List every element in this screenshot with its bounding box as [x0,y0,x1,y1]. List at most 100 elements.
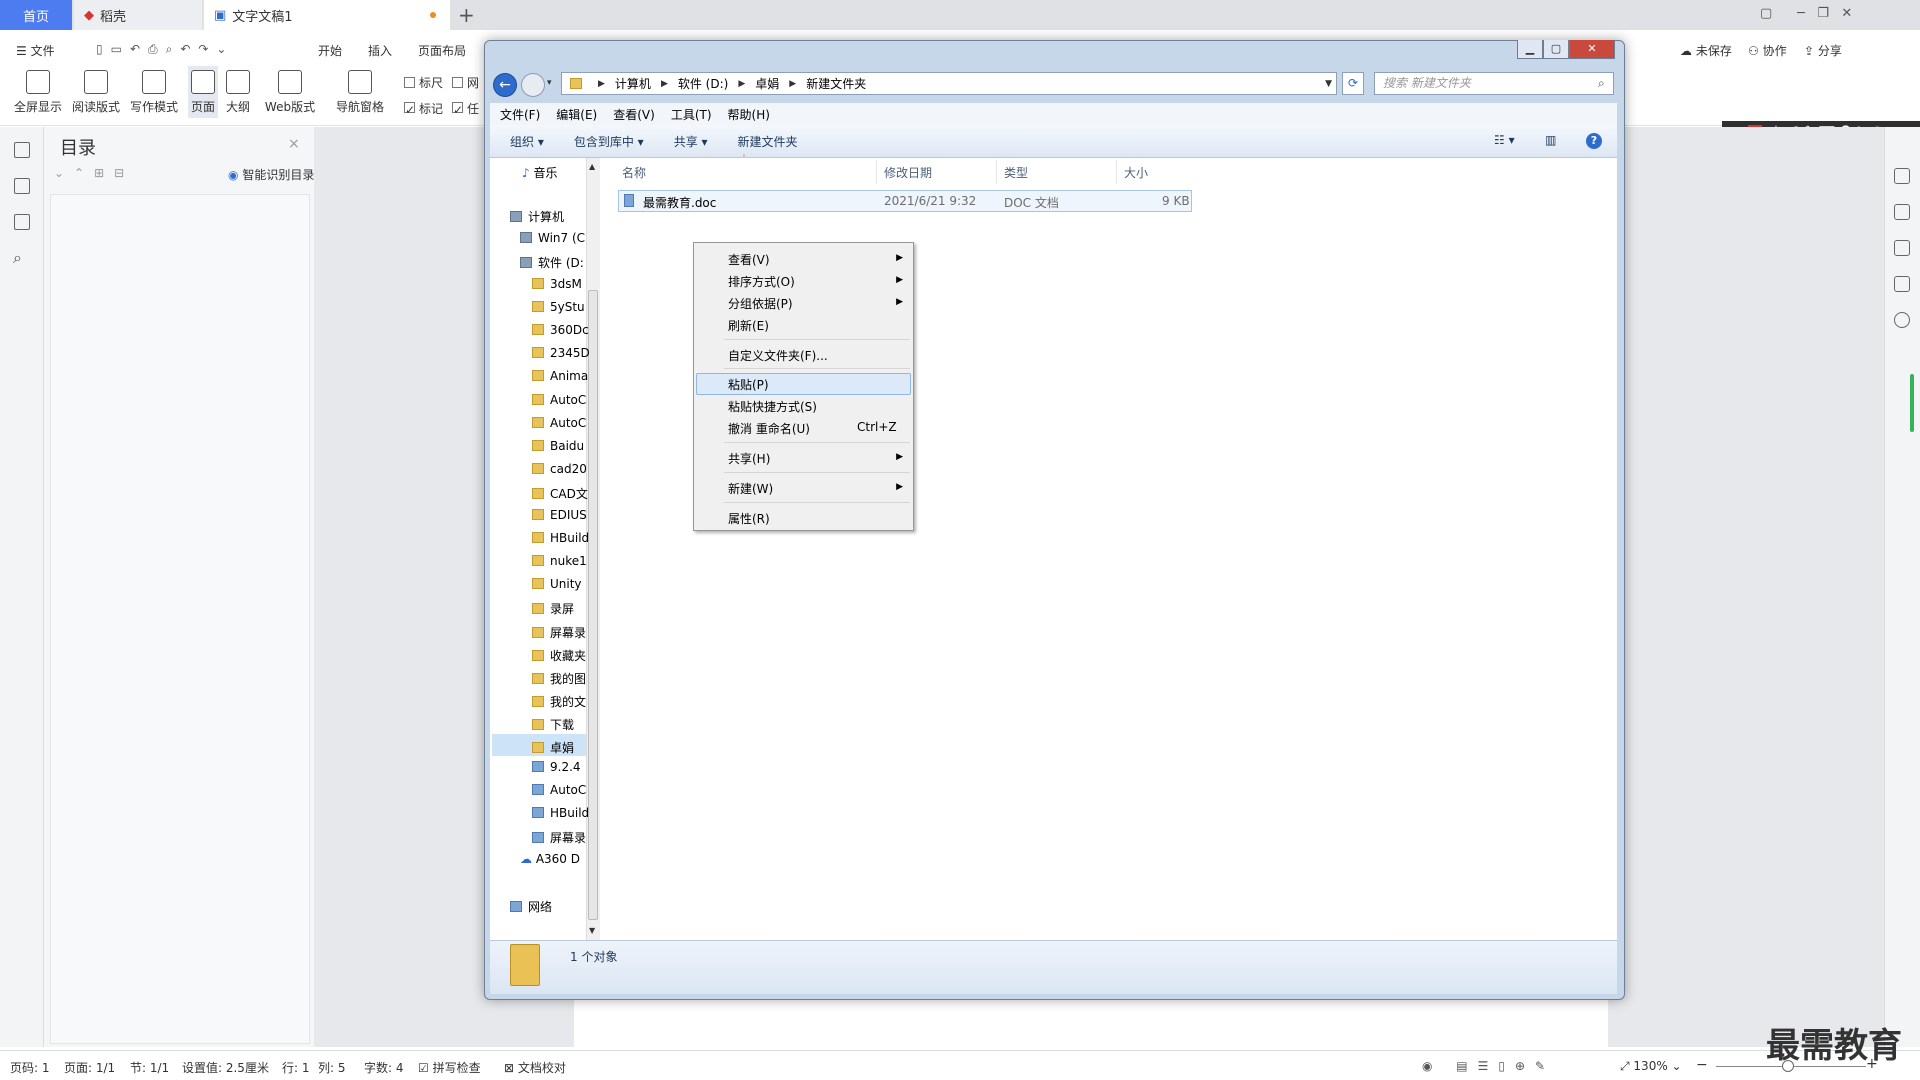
organize-button[interactable]: 组织 ▾ [510,133,544,150]
tree-item-a360[interactable]: ☁ A360 D [520,852,580,866]
tree-item-folder[interactable]: CAD文 [532,485,588,502]
breadcrumb-computer[interactable]: 计算机 [615,75,651,92]
tree-item-soft[interactable]: 软件 (D: [520,254,584,271]
col-date[interactable]: 修改日期 [884,164,932,181]
nav-tools-icon[interactable]: ⌄⌃⊞⊟ [54,166,134,180]
ctx-undo[interactable]: 撤消 重命名(U) [728,420,810,437]
tree-item-folder[interactable]: 5yStu [532,300,585,314]
tree-item-folder[interactable]: 卓娟 [532,739,574,756]
tree-item-archive[interactable]: 9.2.4 [532,760,581,774]
tree-item-archive[interactable]: 屏幕录 [532,829,586,846]
address-dropdown-icon[interactable]: ▼ [1325,79,1332,89]
status-words[interactable]: 字数: 4 [364,1059,404,1076]
zoom-level[interactable]: ⤢ 130% ⌄ [1620,1059,1682,1074]
tree-item-folder[interactable]: cad20 [532,462,587,476]
menu-file-ex[interactable]: 文件(F) [500,106,540,123]
new-folder-button[interactable]: 新建文件夹 [738,133,798,150]
close-button[interactable]: ✕ [1569,40,1615,59]
tree-item-folder[interactable]: 我的图 [532,670,586,687]
menu-start[interactable]: 开始 [318,42,342,59]
read-mode-button[interactable]: 阅读版式 [68,70,124,115]
zoom-out-icon[interactable]: − [1696,1057,1708,1073]
web-view-button[interactable]: Web版式 [258,70,322,115]
scroll-up-icon[interactable]: ▲ [589,162,595,171]
tree-item-music[interactable]: ♪ 音乐 [522,164,558,181]
view-mode-icons[interactable]: ◉ ▤☰▯⊕✎ [1422,1059,1555,1073]
tree-item-computer[interactable]: 计算机 [510,208,564,225]
tab-home[interactable]: 首页 [0,0,72,30]
status-pages[interactable]: 页面: 1/1 [64,1059,115,1076]
refresh-icon[interactable]: ⟳ [1342,72,1364,95]
history-dropdown-icon[interactable]: ▾ [547,78,552,88]
edit-icon[interactable] [1894,204,1910,220]
nav-pane-button[interactable]: 导航窗格 [328,70,392,115]
menu-help-ex[interactable]: 帮助(H) [728,106,770,123]
include-library-button[interactable]: 包含到库中 ▾ [574,133,644,150]
help-icon[interactable]: ? [1586,133,1602,149]
tree-item-folder[interactable]: 下载 [532,716,574,733]
ctx-view[interactable]: 查看(V) [728,251,770,268]
tree-item-folder[interactable]: AutoC [532,393,586,407]
ctx-paste-shortcut[interactable]: 粘贴快捷方式(S) [728,398,817,415]
ruler-checkbox[interactable]: 标尺 [404,74,443,91]
rocket-icon[interactable] [1894,168,1910,184]
folder-icon[interactable] [14,178,30,194]
breadcrumb-drive[interactable]: 软件 (D:) [678,75,728,92]
tree-item-folder[interactable]: Unity [532,577,582,591]
tree-item-folder[interactable]: 收藏夹 [532,647,586,664]
tree-item-folder[interactable]: 3dsM [532,277,582,291]
col-type[interactable]: 类型 [1004,164,1028,181]
proofread-button[interactable]: ⊠ 文档校对 [504,1059,566,1076]
cursor-icon[interactable] [1894,240,1910,256]
col-size[interactable]: 大小 [1124,164,1148,181]
toc-icon[interactable] [14,142,30,158]
forward-button[interactable] [521,73,545,97]
menu-tools-ex[interactable]: 工具(T) [671,106,712,123]
grid-checkbox[interactable]: 网 [452,74,479,91]
new-tab-button[interactable]: + [458,3,475,27]
minimize-button[interactable]: ▁ [1517,40,1543,59]
menu-edit-ex[interactable]: 编辑(E) [556,106,597,123]
tree-item-folder[interactable]: HBuild [532,531,589,545]
tree-item-folder[interactable]: Baidu [532,439,584,453]
menu-layout[interactable]: 页面布局 [418,42,466,59]
bookmark-icon[interactable] [14,214,30,230]
menu-file[interactable]: ☰ 文件 [16,42,55,59]
ctx-sort[interactable]: 排序方式(O) [728,273,795,290]
ctx-group[interactable]: 分组依据(P) [728,295,793,312]
scroll-indicator[interactable] [1910,374,1914,432]
maximize-button[interactable]: ▢ [1543,40,1569,59]
ctx-share[interactable]: 共享(H) [728,450,770,467]
tab-document[interactable]: ▣ 文字文稿1 [204,0,450,30]
tree-item-archive[interactable]: HBuild [532,806,589,820]
col-divider[interactable] [996,160,997,184]
col-divider[interactable] [1116,160,1117,184]
search-icon[interactable]: ⌕ [13,248,22,268]
menu-insert[interactable]: 插入 [368,42,392,59]
tab-daoke[interactable]: ◆ 稻壳 [74,0,202,30]
ctx-refresh[interactable]: 刷新(E) [728,317,769,334]
menu-view-ex[interactable]: 查看(V) [613,106,655,123]
mark-checkbox[interactable]: ✓ 标记 [404,100,443,117]
ctx-new[interactable]: 新建(W) [728,480,773,497]
view-options-icon[interactable]: ☷ ▾ ▥ [1494,133,1556,147]
tree-item-folder[interactable]: 我的文 [532,693,586,710]
unsaved-button[interactable]: ☁ 未保存 [1680,42,1732,59]
fullscreen-button[interactable]: 全屏显示 [10,70,66,115]
scroll-down-icon[interactable]: ▼ [589,926,595,935]
nav-close-button[interactable]: × [288,136,300,152]
ctx-paste[interactable]: 粘贴(P) [728,376,769,393]
tree-scroll-thumb[interactable] [588,290,598,920]
share-button[interactable]: ⇪ 分享 [1804,42,1842,59]
tree-item-archive[interactable]: AutoC [532,783,586,797]
tree-item-folder[interactable]: Anima [532,369,588,383]
smart-toc-button[interactable]: ◉ 智能识别目录 [228,166,314,183]
collab-button[interactable]: ⚇ 协作 [1748,42,1787,59]
address-bar[interactable]: ▶ 计算机 ▶ 软件 (D:) ▶ 卓娟 ▶ 新建文件夹 ▼ [561,72,1337,95]
task-checkbox[interactable]: ✓ 任 [452,100,479,117]
tree-item-folder[interactable]: EDIUS [532,508,587,522]
search-input[interactable]: 搜索 新建文件夹 [1374,72,1614,95]
back-button[interactable]: ← [493,73,517,97]
share-ex-button[interactable]: 共享 ▾ [674,133,708,150]
search-icon[interactable]: ⌕ [1598,76,1605,91]
